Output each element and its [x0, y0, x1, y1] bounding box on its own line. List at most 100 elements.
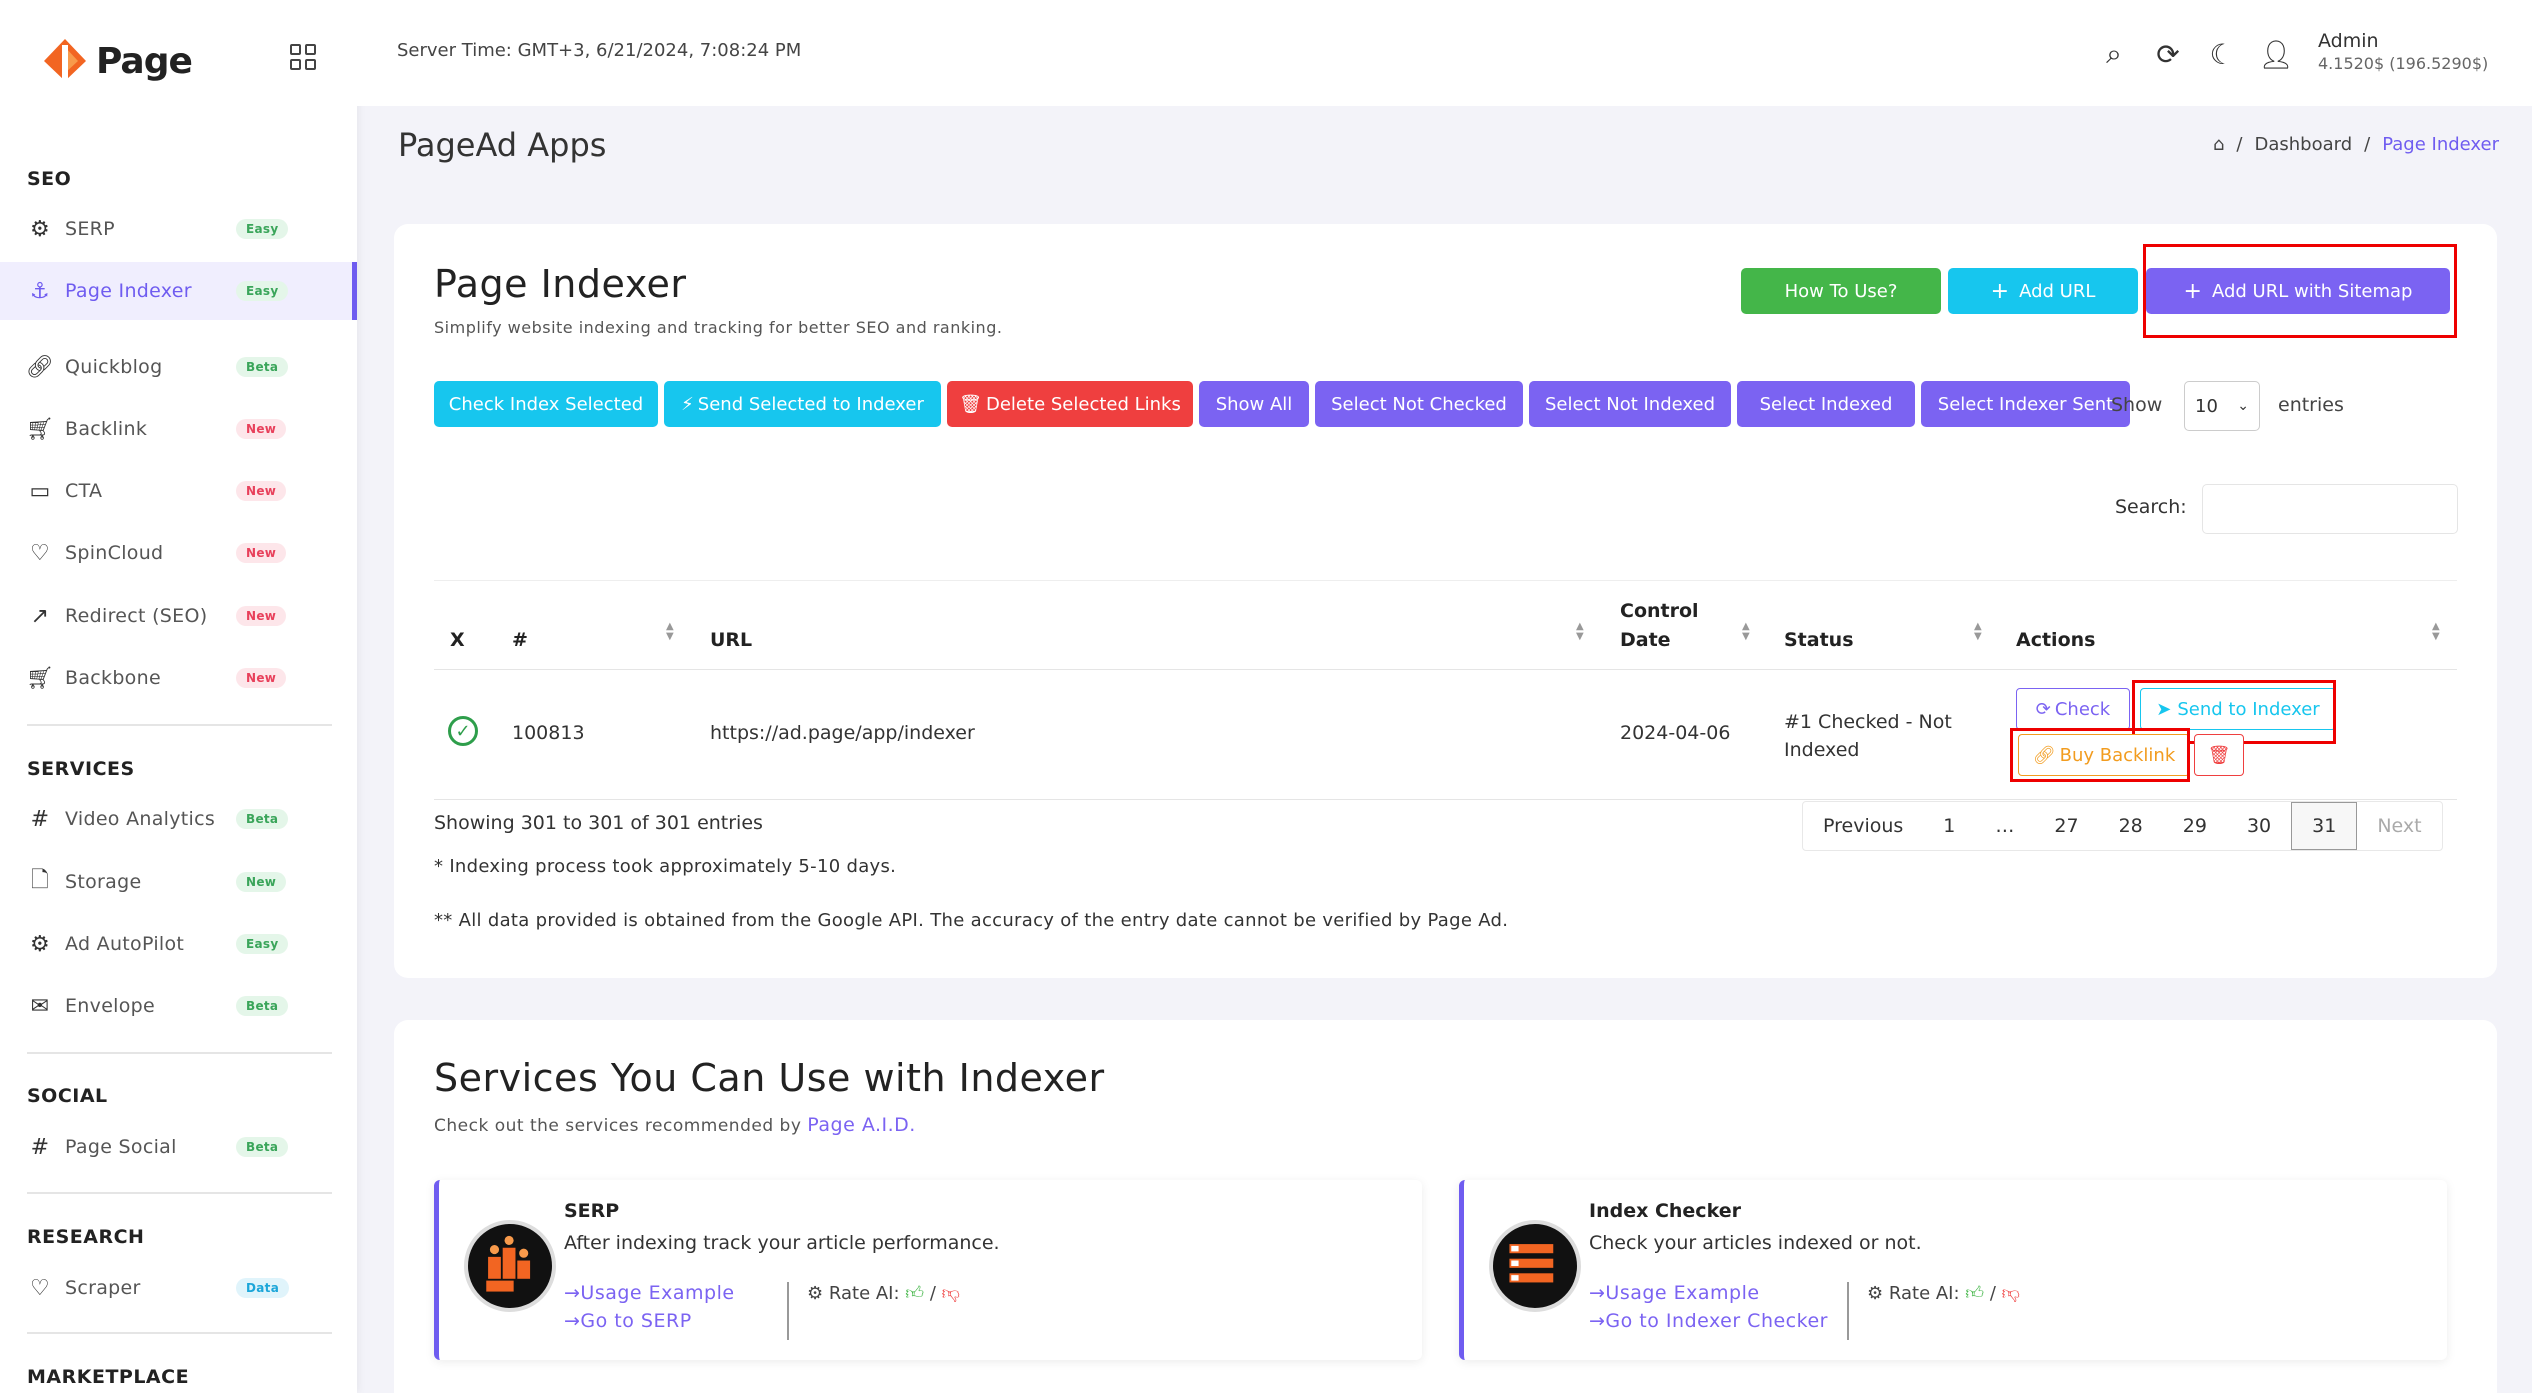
admin-menu[interactable]: Admin 4.1520$ (196.5290$)	[2318, 30, 2488, 73]
page-31[interactable]: 31	[2291, 802, 2358, 850]
page-27[interactable]: 27	[2034, 802, 2098, 850]
sort-icon[interactable]: ▲ ▼	[2432, 622, 2440, 642]
sidebar-item-label: Video Analytics	[65, 808, 216, 830]
index-checker-icon	[1489, 1220, 1581, 1312]
status-line-2: Indexed	[1784, 739, 1860, 761]
link-icon: 🔗︎	[25, 354, 55, 380]
status-badge: Beta	[236, 809, 289, 829]
sidebar-item-redirect[interactable]: ↗ Redirect (SEO) New	[0, 587, 357, 645]
service-desc: After indexing track your article perfor…	[564, 1232, 1000, 1254]
highlight-box	[2010, 728, 2190, 782]
sidebar-item-page-indexer[interactable]: ⚓ Page Indexer Easy	[0, 262, 357, 320]
col-num[interactable]: #	[512, 629, 528, 651]
arrow-right-icon: →	[1589, 1310, 1606, 1332]
sort-icon[interactable]: ▲ ▼	[1576, 622, 1584, 642]
sidebar-item-ad-autopilot[interactable]: ⚙ Ad AutoPilot Easy	[0, 915, 357, 973]
user-icon[interactable]: 👤︎	[2258, 38, 2294, 71]
page-28[interactable]: 28	[2099, 802, 2163, 850]
page-next[interactable]: Next	[2357, 802, 2441, 850]
page-previous[interactable]: Previous	[1803, 802, 1923, 850]
service-title: Index Checker	[1589, 1200, 1741, 1222]
sidebar-item-label: CTA	[65, 480, 103, 502]
sidebar-item-spincloud[interactable]: ♡ SpinCloud New	[0, 524, 357, 582]
entries-value: 10	[2195, 395, 2218, 417]
col-status[interactable]: Status	[1784, 629, 1854, 651]
usage-example-label: Usage Example	[1605, 1282, 1760, 1304]
check-button[interactable]: ⟳ Check	[2016, 688, 2130, 730]
sidebar-item-label: Scraper	[65, 1277, 141, 1299]
sidebar-item-page-social[interactable]: # Page Social Beta	[0, 1118, 357, 1176]
chip-icon: ⚙	[29, 931, 51, 957]
select-indexer-sent-button[interactable]: Select Indexer Sent	[1921, 381, 2130, 427]
usage-example-link[interactable]: →Usage Example	[564, 1282, 735, 1304]
check-index-selected-button[interactable]: Check Index Selected	[434, 381, 658, 427]
row-status: #1 Checked - Not Indexed	[1784, 708, 1952, 764]
breadcrumb-dashboard[interactable]: Dashboard	[2254, 134, 2352, 155]
page-1[interactable]: 1	[1923, 802, 1975, 850]
entries-select[interactable]: 10 ⌄	[2184, 381, 2260, 431]
sort-icon[interactable]: ▲ ▼	[666, 622, 674, 642]
search-icon[interactable]: ⌕	[2098, 37, 2130, 70]
sidebar-item-serp[interactable]: ⚙ SERP Easy	[0, 200, 357, 258]
sidebar-item-video-analytics[interactable]: # Video Analytics Beta	[0, 790, 357, 848]
row-date: 2024-04-06	[1620, 722, 1731, 744]
page-aid-link[interactable]: Page A.I.D.	[807, 1114, 916, 1136]
go-to-serp-link[interactable]: →Go to SERP	[564, 1310, 692, 1332]
add-url-button[interactable]: + Add URL	[1948, 268, 2138, 314]
sidebar-item-quickblog[interactable]: 🔗︎ Quickblog Beta	[0, 338, 357, 396]
sidebar-item-label: Backlink	[65, 418, 148, 440]
page-30[interactable]: 30	[2227, 802, 2291, 850]
table-row: ✓ 100813 https://ad.page/app/indexer 202…	[434, 670, 2457, 800]
row-url[interactable]: https://ad.page/app/indexer	[710, 722, 975, 744]
thumbs-down-icon[interactable]: 👎︎	[2002, 1283, 2020, 1304]
sidebar-item-scraper[interactable]: ♡ Scraper Data	[0, 1259, 357, 1317]
sort-icon[interactable]: ▲ ▼	[1742, 622, 1750, 642]
col-x[interactable]: X	[450, 629, 465, 651]
col-control-date-1: Control	[1620, 600, 1699, 622]
status-badge: New	[236, 419, 287, 439]
status-badge: New	[236, 872, 287, 892]
select-not-checked-button[interactable]: Select Not Checked	[1315, 381, 1523, 427]
sidebar-item-storage[interactable]: 🗋 Storage New	[0, 853, 357, 911]
sort-icon[interactable]: ▲ ▼	[1974, 622, 1982, 642]
cart-icon: 🛒︎	[25, 665, 55, 691]
hash-icon: #	[30, 1134, 50, 1160]
go-to-indexer-checker-link[interactable]: →Go to Indexer Checker	[1589, 1310, 1828, 1332]
usage-example-link[interactable]: →Usage Example	[1589, 1282, 1760, 1304]
thumbs-down-icon[interactable]: 👎︎	[942, 1283, 960, 1304]
sidebar-item-backbone[interactable]: 🛒︎ Backbone New	[0, 649, 357, 707]
home-icon[interactable]: ⌂	[2213, 134, 2224, 155]
col-url[interactable]: URL	[710, 629, 752, 651]
refresh-icon[interactable]: ⟳	[2152, 38, 2184, 71]
arrow-right-icon: →	[564, 1282, 581, 1304]
divider	[787, 1282, 789, 1340]
page-29[interactable]: 29	[2163, 802, 2227, 850]
col-control-date[interactable]: Control Date	[1620, 600, 1699, 658]
indexer-subtitle: Simplify website indexing and tracking f…	[434, 318, 1003, 337]
sidebar-item-backlink[interactable]: 🛒︎ Backlink New	[0, 400, 357, 458]
show-all-button[interactable]: Show All	[1199, 381, 1309, 427]
service-desc: Check your articles indexed or not.	[1589, 1232, 1922, 1254]
search-input[interactable]	[2202, 484, 2458, 534]
select-indexed-button[interactable]: Select Indexed	[1737, 381, 1915, 427]
delete-selected-button[interactable]: 🗑︎ Delete Selected Links	[947, 381, 1193, 427]
hash-icon: #	[30, 806, 50, 832]
sidebar-item-cta[interactable]: ▭ CTA New	[0, 462, 357, 520]
checked-icon[interactable]: ✓	[448, 716, 478, 746]
showing-entries: Showing 301 to 301 of 301 entries	[434, 812, 763, 834]
sidebar-item-label: SERP	[65, 218, 115, 240]
apps-grid-icon[interactable]	[290, 44, 316, 70]
how-to-use-button[interactable]: How To Use?	[1741, 268, 1941, 314]
dark-mode-icon[interactable]: ☾	[2206, 38, 2238, 71]
sidebar-item-envelope[interactable]: ✉ Envelope Beta	[0, 977, 357, 1035]
entries-label: entries	[2278, 394, 2344, 416]
file-icon: 🗋	[31, 868, 49, 893]
row-num: 100813	[512, 722, 585, 744]
select-not-indexed-button[interactable]: Select Not Indexed	[1529, 381, 1731, 427]
col-actions[interactable]: Actions	[2016, 629, 2095, 651]
thumbs-up-icon[interactable]: 👍︎	[905, 1283, 924, 1304]
topbar-icons: ⌕ ⟳ ☾ 👤︎	[2098, 37, 2294, 71]
send-selected-button[interactable]: ⚡︎ Send Selected to Indexer	[664, 381, 941, 427]
delete-row-button[interactable]: 🗑︎	[2194, 734, 2244, 776]
thumbs-up-icon[interactable]: 👍︎	[1965, 1283, 1984, 1304]
